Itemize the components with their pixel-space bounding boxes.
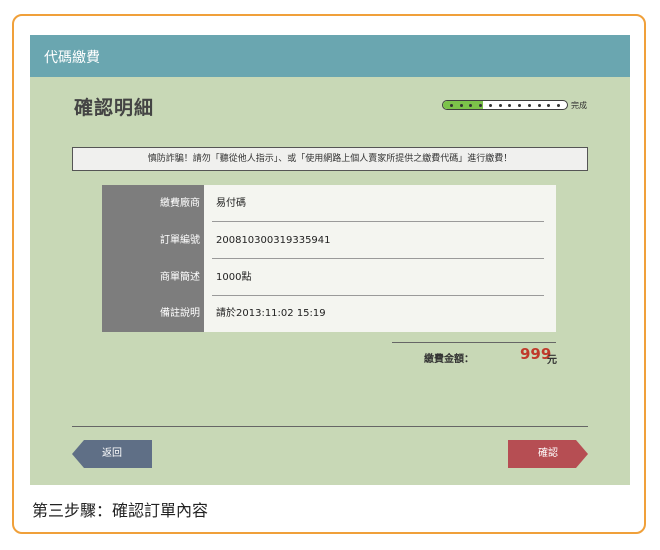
detail-row-remarks: 備註說明 請於2013:11:02 15:19: [102, 295, 556, 332]
step-caption: 第三步驟：確認訂單內容: [32, 501, 209, 520]
total-label: 繳費金額：: [424, 354, 474, 365]
order-details: 繳費廠商 易付碼 訂單編號 200810300319335941 商單簡述 10…: [102, 185, 556, 332]
fraud-warning: 慎防詐騙！請勿「聽從他人指示」、或「使用網路上個人賣家所提供之繳費代碼」進行繳費…: [72, 147, 588, 171]
detail-label: 繳費廠商: [160, 198, 200, 209]
total-unit: 元: [547, 355, 557, 366]
confirm-button[interactable]: 確認: [508, 440, 588, 468]
detail-row-description: 商單簡述 1000點: [102, 259, 556, 296]
detail-label: 備註說明: [160, 308, 200, 319]
detail-row-vendor: 繳費廠商 易付碼: [102, 185, 556, 222]
back-button[interactable]: 返回: [72, 440, 152, 468]
detail-value: 請於2013:11:02 15:19: [216, 308, 326, 319]
progress-dots: [443, 101, 567, 109]
detail-value: 易付碼: [216, 198, 246, 209]
detail-row-order-number: 訂單編號 200810300319335941: [102, 222, 556, 259]
total-divider: [392, 342, 556, 343]
footer-divider: [72, 426, 588, 427]
header-title: 代碼繳費: [44, 50, 100, 66]
detail-value: 200810300319335941: [216, 235, 331, 246]
progress-label: 完成: [571, 101, 587, 110]
detail-label: 商單簡述: [160, 272, 200, 283]
payment-app: 代碼繳費 確認明細 完成 慎防詐騙！請勿「聽從他人指示」、或「使用網路上個人賣家…: [30, 35, 630, 485]
page-title: 確認明細: [74, 97, 155, 119]
progress-bar: [442, 100, 568, 110]
header-bar: 代碼繳費: [30, 35, 630, 77]
detail-label: 訂單編號: [160, 235, 200, 246]
detail-value: 1000點: [216, 272, 252, 283]
